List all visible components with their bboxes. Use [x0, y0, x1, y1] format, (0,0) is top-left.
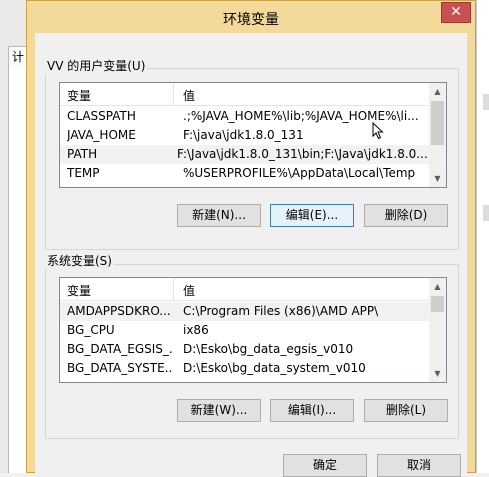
variable-value: F:\Java\jdk1.8.0_131\bin;F:\Java\jdk1.8.…: [177, 147, 428, 161]
list-row[interactable]: BG_CPU ix86: [60, 321, 430, 340]
mouse-pointer-icon: [372, 122, 384, 140]
cancel-button[interactable]: 取消: [377, 454, 461, 477]
vertical-scrollbar[interactable]: ▲ ▼: [429, 83, 446, 187]
scroll-down-arrow-icon[interactable]: ▼: [429, 365, 446, 382]
column-header-variable[interactable]: 变量: [67, 282, 91, 299]
scroll-up-arrow-icon[interactable]: ▲: [429, 83, 446, 100]
close-icon: ✕: [450, 4, 462, 20]
column-header-value[interactable]: 值: [183, 282, 195, 299]
variable-value: %USERPROFILE%\AppData\Local\Temp: [183, 166, 416, 180]
variable-name: PATH: [67, 147, 98, 161]
background-mark: [483, 94, 489, 110]
user-variables-list[interactable]: 变量 值 CLASSPATH .;%JAVA_HOME%\lib;%JAVA_H…: [59, 82, 447, 188]
system-variables-list[interactable]: 变量 值 AMDAPPSDKRO... C:\Program Files (x8…: [59, 277, 447, 383]
variable-value: D:\Esko\bg_data_egsis_v010: [183, 342, 354, 356]
user-new-button[interactable]: 新建(N)...: [177, 204, 261, 227]
list-row-selected[interactable]: AMDAPPSDKRO... C:\Program Files (x86)\AM…: [60, 302, 430, 321]
variable-value: F:\java\jdk1.8.0_131: [183, 128, 304, 142]
variable-name: JAVA_HOME: [67, 128, 136, 142]
system-edit-button[interactable]: 编辑(I)...: [270, 399, 354, 422]
column-divider[interactable]: [173, 278, 174, 300]
column-header-value[interactable]: 值: [183, 87, 195, 104]
system-delete-button[interactable]: 删除(L): [364, 399, 448, 422]
scroll-up-arrow-icon[interactable]: ▲: [429, 278, 446, 295]
scroll-thumb[interactable]: [431, 296, 444, 312]
background-panel: [8, 67, 27, 473]
list-row[interactable]: BG_DATA_SYSTE... D:\Esko\bg_data_system_…: [60, 359, 430, 378]
title-bar[interactable]: 环境变量 ✕: [27, 1, 475, 33]
variable-value: C:\Program Files (x86)\AMD APP\: [183, 304, 379, 318]
variable-value: D:\Esko\bg_data_system_v010: [183, 361, 366, 375]
system-variables-label: 系统变量(S): [45, 252, 114, 269]
scroll-down-arrow-icon[interactable]: ▼: [429, 170, 446, 187]
variable-name: BG_CPU: [67, 323, 115, 337]
vertical-scrollbar[interactable]: ▲ ▼: [429, 278, 446, 382]
variable-name: BG_DATA_SYSTE...: [67, 361, 173, 375]
variable-value: .;%JAVA_HOME%\lib;%JAVA_HOME%\li...: [183, 109, 419, 123]
dialog-body: VV 的用户变量(U) 变量 值 CLASSPATH .;%JAVA_HOME%…: [35, 33, 467, 477]
user-edit-button[interactable]: 编辑(E)...: [270, 204, 354, 227]
user-variables-label: VV 的用户变量(U): [45, 57, 148, 74]
scroll-thumb[interactable]: [431, 101, 444, 145]
background-window-right: [476, 0, 489, 473]
variable-name: TEMP: [67, 166, 100, 180]
column-header-variable[interactable]: 变量: [67, 87, 91, 104]
variable-value: ix86: [183, 323, 209, 337]
variable-name: CLASSPATH: [67, 109, 136, 123]
system-new-button[interactable]: 新建(W)...: [177, 399, 261, 422]
list-row-selected[interactable]: PATH F:\Java\jdk1.8.0_131\bin;F:\Java\jd…: [60, 145, 430, 164]
list-header: 变量 值: [60, 278, 430, 301]
close-button[interactable]: ✕: [441, 2, 471, 23]
variable-name: AMDAPPSDKRO...: [67, 304, 171, 318]
variable-name: BG_DATA_EGSIS_...: [67, 342, 173, 356]
background-mark: [483, 205, 489, 221]
list-header: 变量 值: [60, 83, 430, 106]
ok-button[interactable]: 确定: [283, 454, 367, 477]
env-variables-dialog: 环境变量 ✕ VV 的用户变量(U) 变量 值 CLASSPATH .;%JAV…: [26, 0, 476, 477]
background-tab[interactable]: 计: [8, 46, 27, 68]
list-row[interactable]: BG_DATA_EGSIS_... D:\Esko\bg_data_egsis_…: [60, 340, 430, 359]
user-delete-button[interactable]: 删除(D): [364, 204, 448, 227]
dialog-title: 环境变量: [223, 12, 279, 28]
column-divider[interactable]: [173, 83, 174, 105]
list-row[interactable]: TEMP %USERPROFILE%\AppData\Local\Temp: [60, 164, 430, 183]
